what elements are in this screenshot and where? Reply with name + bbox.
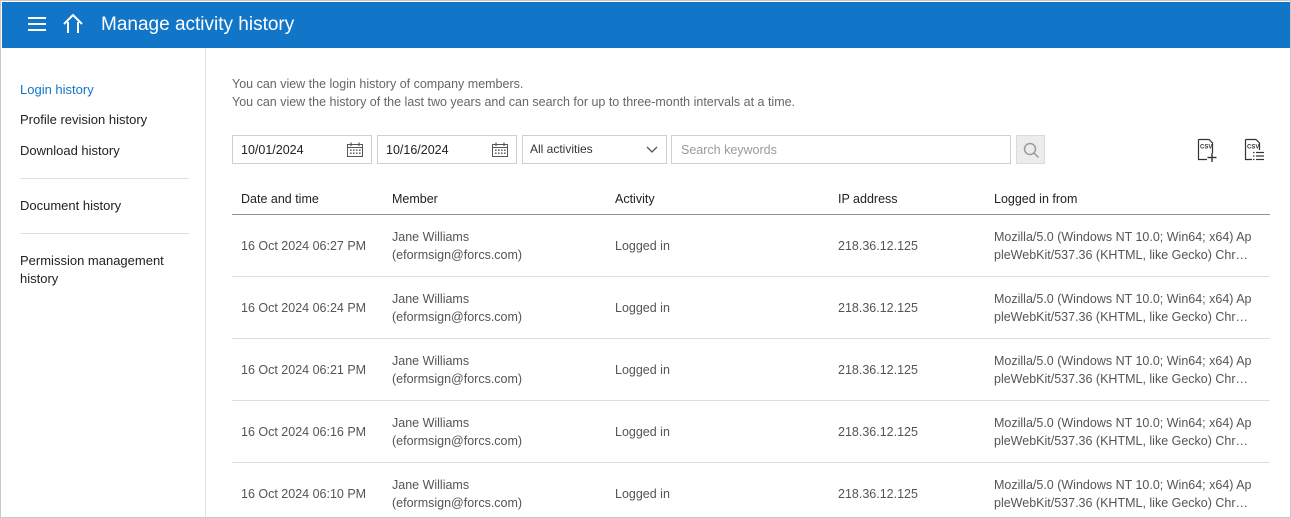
member-name: Jane Williams bbox=[392, 292, 470, 306]
home-icon[interactable] bbox=[62, 13, 84, 35]
member-name: Jane Williams bbox=[392, 230, 470, 244]
table-row[interactable]: 16 Oct 2024 06:27 PM Jane Williams (efor… bbox=[232, 215, 1270, 277]
svg-text:CSV: CSV bbox=[1200, 145, 1212, 151]
sidebar-item-login-history[interactable]: Login history bbox=[20, 81, 94, 99]
svg-text:CSV: CSV bbox=[1247, 145, 1259, 151]
description-line-1: You can view the login history of compan… bbox=[232, 77, 524, 91]
table-row[interactable]: 16 Oct 2024 06:16 PM Jane Williams (efor… bbox=[232, 401, 1270, 463]
user-agent-line: pleWebKit/537.36 (KHTML, like Gecko) Chr… bbox=[994, 434, 1252, 448]
member-email: (eformsign@forcs.com) bbox=[392, 248, 523, 262]
description-line-2: You can view the history of the last two… bbox=[232, 95, 796, 109]
top-bar: Manage activity history bbox=[2, 2, 1290, 48]
sidebar-item-download-history[interactable]: Download history bbox=[20, 142, 120, 160]
column-header-date: Date and time bbox=[241, 192, 319, 206]
member-email: (eformsign@forcs.com) bbox=[392, 434, 523, 448]
member-name: Jane Williams bbox=[392, 478, 470, 492]
user-agent-line: pleWebKit/537.36 (KHTML, like Gecko) Chr… bbox=[994, 496, 1252, 510]
activity-select-value: All activities bbox=[530, 142, 593, 156]
sidebar-item-permission-management-history[interactable]: Permission management history bbox=[20, 252, 180, 288]
row-user-agent: Mozilla/5.0 (Windows NT 10.0; Win64; x64… bbox=[994, 414, 1252, 450]
row-ip-address: 218.36.12.125 bbox=[838, 425, 918, 439]
csv-list-button[interactable]: CSV bbox=[1243, 138, 1265, 163]
sidebar-divider bbox=[20, 233, 189, 234]
row-activity: Logged in bbox=[615, 487, 670, 501]
table-header: Date and time Member Activity IP address… bbox=[232, 181, 1270, 215]
member-name: Jane Williams bbox=[392, 354, 470, 368]
user-agent-line: Mozilla/5.0 (Windows NT 10.0; Win64; x64… bbox=[994, 292, 1252, 306]
row-member: Jane Williams (eformsign@forcs.com) bbox=[392, 352, 522, 388]
user-agent-line: pleWebKit/537.36 (KHTML, like Gecko) Chr… bbox=[994, 248, 1252, 262]
sidebar-item-document-history[interactable]: Document history bbox=[20, 197, 121, 215]
column-header-activity: Activity bbox=[615, 192, 655, 206]
table-row[interactable]: 16 Oct 2024 06:24 PM Jane Williams (efor… bbox=[232, 277, 1270, 339]
column-header-logged-in-from: Logged in from bbox=[994, 192, 1078, 206]
member-email: (eformsign@forcs.com) bbox=[392, 496, 523, 510]
chevron-down-icon bbox=[646, 146, 658, 153]
row-date: 16 Oct 2024 06:21 PM bbox=[241, 363, 367, 377]
row-activity: Logged in bbox=[615, 425, 670, 439]
row-user-agent: Mozilla/5.0 (Windows NT 10.0; Win64; x64… bbox=[994, 352, 1252, 388]
row-ip-address: 218.36.12.125 bbox=[838, 363, 918, 377]
user-agent-line: pleWebKit/537.36 (KHTML, like Gecko) Chr… bbox=[994, 310, 1252, 324]
csv-list-icon: CSV bbox=[1244, 138, 1264, 161]
table-row[interactable]: 16 Oct 2024 06:10 PM Jane Williams (efor… bbox=[232, 463, 1270, 517]
row-ip-address: 218.36.12.125 bbox=[838, 487, 918, 501]
row-activity: Logged in bbox=[615, 363, 670, 377]
user-agent-line: Mozilla/5.0 (Windows NT 10.0; Win64; x64… bbox=[994, 416, 1252, 430]
member-name: Jane Williams bbox=[392, 416, 470, 430]
row-user-agent: Mozilla/5.0 (Windows NT 10.0; Win64; x64… bbox=[994, 476, 1252, 512]
row-ip-address: 218.36.12.125 bbox=[838, 239, 918, 253]
page-title: Manage activity history bbox=[101, 14, 295, 35]
row-activity: Logged in bbox=[615, 239, 670, 253]
row-member: Jane Williams (eformsign@forcs.com) bbox=[392, 414, 522, 450]
sidebar-divider bbox=[20, 178, 189, 179]
sidebar: Login history Profile revision history D… bbox=[2, 48, 206, 517]
app-window: Manage activity history Login history Pr… bbox=[0, 0, 1291, 518]
user-agent-line: Mozilla/5.0 (Windows NT 10.0; Win64; x64… bbox=[994, 230, 1252, 244]
column-header-member: Member bbox=[392, 192, 438, 206]
row-date: 16 Oct 2024 06:24 PM bbox=[241, 301, 367, 315]
sidebar-item-profile-revision-history[interactable]: Profile revision history bbox=[20, 111, 147, 129]
member-email: (eformsign@forcs.com) bbox=[392, 372, 523, 386]
end-date-field[interactable]: 10/16/2024 bbox=[377, 135, 517, 164]
row-date: 16 Oct 2024 06:16 PM bbox=[241, 425, 367, 439]
table-row[interactable]: 16 Oct 2024 06:21 PM Jane Williams (efor… bbox=[232, 339, 1270, 401]
row-ip-address: 218.36.12.125 bbox=[838, 301, 918, 315]
csv-add-icon: CSV bbox=[1197, 138, 1217, 162]
search-input[interactable] bbox=[671, 135, 1011, 164]
user-agent-line: Mozilla/5.0 (Windows NT 10.0; Win64; x64… bbox=[994, 478, 1252, 492]
row-member: Jane Williams (eformsign@forcs.com) bbox=[392, 476, 522, 512]
row-user-agent: Mozilla/5.0 (Windows NT 10.0; Win64; x64… bbox=[994, 290, 1252, 326]
row-activity: Logged in bbox=[615, 301, 670, 315]
search-button[interactable] bbox=[1016, 135, 1045, 164]
row-user-agent: Mozilla/5.0 (Windows NT 10.0; Win64; x64… bbox=[994, 228, 1252, 264]
member-email: (eformsign@forcs.com) bbox=[392, 310, 523, 324]
row-member: Jane Williams (eformsign@forcs.com) bbox=[392, 228, 522, 264]
row-member: Jane Williams (eformsign@forcs.com) bbox=[392, 290, 522, 326]
start-date-field[interactable]: 10/01/2024 bbox=[232, 135, 372, 164]
row-date: 16 Oct 2024 06:10 PM bbox=[241, 487, 367, 501]
column-header-ip: IP address bbox=[838, 192, 898, 206]
user-agent-line: Mozilla/5.0 (Windows NT 10.0; Win64; x64… bbox=[994, 354, 1252, 368]
hamburger-menu-icon[interactable] bbox=[28, 16, 48, 34]
activity-select[interactable]: All activities bbox=[522, 135, 667, 164]
row-date: 16 Oct 2024 06:27 PM bbox=[241, 239, 367, 253]
calendar-icon[interactable] bbox=[492, 142, 508, 157]
search-icon bbox=[1023, 142, 1040, 159]
end-date-value: 10/16/2024 bbox=[386, 143, 449, 157]
user-agent-line: pleWebKit/537.36 (KHTML, like Gecko) Chr… bbox=[994, 372, 1252, 386]
calendar-icon[interactable] bbox=[347, 142, 363, 157]
start-date-value: 10/01/2024 bbox=[241, 143, 304, 157]
csv-add-button[interactable]: CSV bbox=[1196, 138, 1218, 163]
